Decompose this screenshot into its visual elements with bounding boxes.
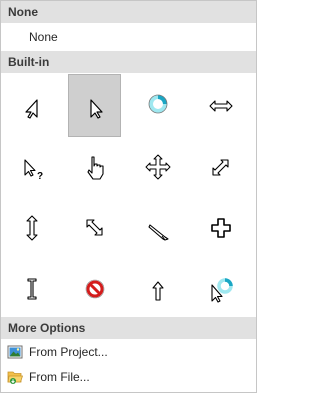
cursor-option-unavailable[interactable] (69, 258, 120, 319)
section-header-built-in: Built-in (1, 51, 256, 73)
cursor-gallery-panel: None None Built-in ? More Options From P… (0, 0, 257, 393)
none-option[interactable]: None (1, 23, 256, 51)
resize-vertical-cursor-icon (25, 214, 38, 241)
cursor-option-text-beam[interactable] (6, 258, 57, 319)
cross-cursor-icon (210, 217, 231, 238)
cursor-option-busy[interactable] (132, 75, 183, 136)
unavailable-cursor-icon (85, 279, 104, 298)
svg-text:?: ? (37, 171, 43, 182)
help-select-cursor-icon: ? (23, 158, 43, 182)
cursor-option-pen[interactable] (132, 197, 183, 258)
cursor-option-up-arrow[interactable] (132, 258, 183, 319)
section-header-more-options: More Options (1, 317, 256, 339)
picture-icon (7, 345, 23, 358)
cursor-option-arrow-left[interactable] (6, 75, 57, 136)
from-project-option[interactable]: From Project... (1, 339, 256, 364)
cursor-option-working-in-background[interactable] (195, 258, 246, 319)
busy-ring-cursor-icon (148, 94, 167, 113)
folder-open-icon (7, 371, 23, 384)
up-arrow-cursor-icon (151, 280, 164, 301)
resize-horizontal-cursor-icon (208, 99, 233, 112)
cursor-option-resize-vertical[interactable] (6, 197, 57, 258)
cursor-option-help-select[interactable]: ? (6, 136, 57, 197)
built-in-cursor-grid: ? (1, 73, 256, 317)
arrow-cursor-icon (89, 98, 103, 119)
hand-cursor-icon (86, 155, 104, 180)
cursor-option-resize-horizontal[interactable] (195, 75, 246, 136)
cursor-option-hand[interactable] (69, 136, 120, 197)
from-file-label: From File... (29, 369, 90, 384)
from-file-option[interactable]: From File... (1, 364, 256, 389)
section-header-none: None (1, 1, 256, 23)
arrow-left-cursor-icon (24, 98, 38, 119)
cursor-option-resize-diagonal-ne[interactable] (195, 136, 246, 197)
text-beam-cursor-icon (26, 277, 37, 300)
pen-cursor-icon (147, 223, 169, 241)
from-project-label: From Project... (29, 344, 108, 359)
cursor-option-cross[interactable] (195, 197, 246, 258)
move-cursor-icon (145, 154, 170, 179)
working-in-background-cursor-icon (210, 277, 233, 303)
resize-diagonal-nw-cursor-icon (85, 218, 103, 236)
cursor-option-move[interactable] (132, 136, 183, 197)
cursor-option-arrow[interactable] (68, 74, 121, 137)
cursor-option-resize-diagonal-nw[interactable] (69, 197, 120, 258)
resize-diagonal-ne-cursor-icon (211, 158, 229, 176)
